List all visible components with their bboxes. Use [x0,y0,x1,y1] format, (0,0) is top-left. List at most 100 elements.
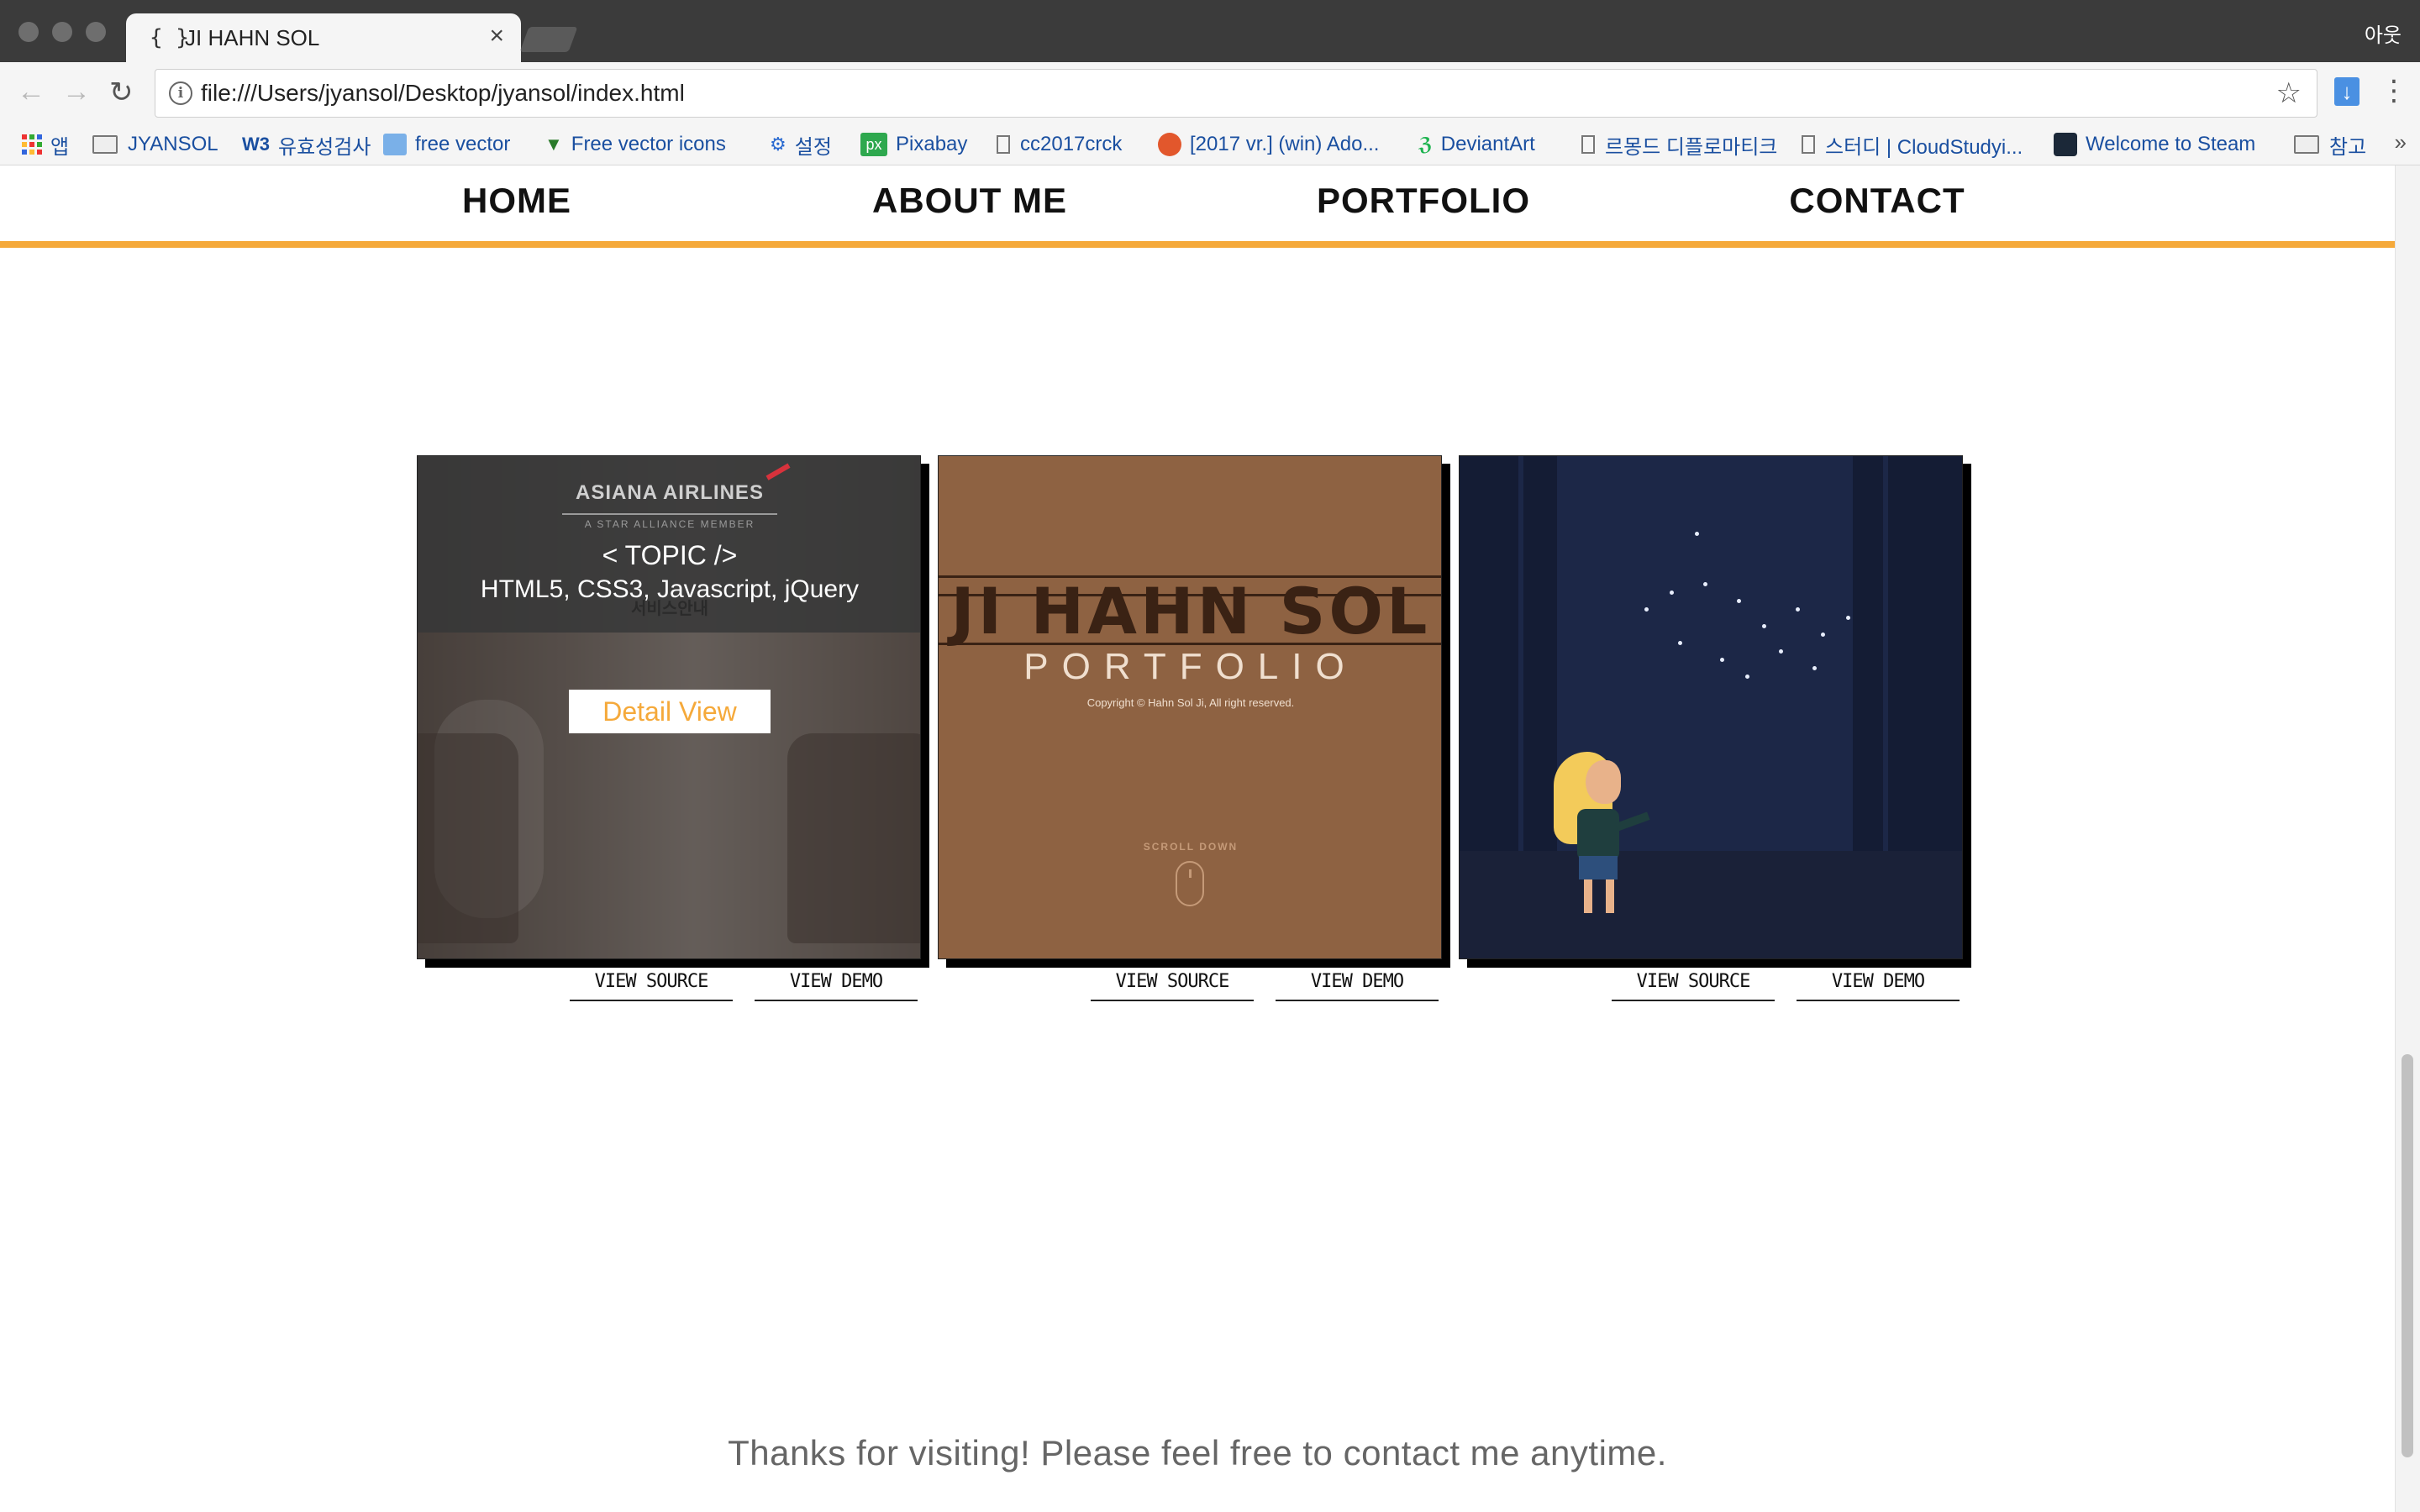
bookmark-deviantart[interactable]: ℨ DeviantArt [1418,131,1535,158]
bookmark-steam[interactable]: Welcome to Steam [2054,131,2255,158]
view-demo-link-3[interactable]: VIEW DEMO [1797,971,1960,1001]
forward-arrow-icon[interactable]: → [62,76,91,108]
girl-arm [1615,811,1650,832]
browser-toolbar: ← → ↻ i file:///Users/jyansol/Desktop/jy… [0,62,2420,124]
vector-icon: ▼ [544,134,563,155]
bookmark-label: 유효성검사 [278,135,371,159]
nav-contact[interactable]: CONTACT [1789,181,1965,221]
bookmark-label: Welcome to Steam [2086,133,2256,155]
scrollbar-thumb[interactable] [2402,1054,2413,1457]
folder-icon [92,135,118,154]
nav-portfolio[interactable]: PORTFOLIO [1317,181,1530,221]
bookmarks-overflow-icon[interactable]: » [2395,129,2407,155]
kebab-menu-icon[interactable]: ⋮ [2380,74,2408,108]
info-icon[interactable]: i [169,81,192,105]
tree-trunk [1523,456,1557,893]
mouse-icon [1176,861,1204,906]
star-dot [1644,607,1649,612]
bookmark-cc2017crck[interactable]: cc2017crck [997,131,1122,158]
bookmark-lemonde[interactable]: 르몽드 디플로마티크 [1581,131,1778,159]
nav-home[interactable]: HOME [462,181,571,221]
bookmark-label: Pixabay [896,133,968,155]
site-nav: HOME ABOUT ME PORTFOLIO CONTACT [0,165,2395,248]
download-icon[interactable]: ↓ [2334,77,2360,106]
star-dot [1779,649,1783,654]
w3-icon: W3 [242,134,270,155]
bookmark-label: 스터디 | CloudStudyi... [1825,135,2023,159]
bookmark-label: 르몽드 디플로마티크 [1605,135,1778,159]
browser-tab[interactable]: { } JI HAHN SOL × [126,13,521,62]
star-dot [1745,675,1749,679]
bookmark-adobe[interactable]: [2017 vr.] (win) Ado... [1158,131,1379,158]
document-icon [1802,135,1815,154]
bookmark-label: free vector [415,133,511,155]
bookmark-settings[interactable]: ⚙ 설정 [770,131,832,159]
pixabay-icon: px [860,133,887,156]
braces-icon: { } [150,25,189,50]
bookmark-jyansol[interactable]: JYANSOL [92,131,218,158]
star-dot [1796,607,1800,612]
bookmark-label: JYANSOL [128,133,218,155]
detail-view-button[interactable]: Detail View [569,690,771,733]
asiana-logo-subtitle: A STAR ALLIANCE MEMBER [584,518,755,530]
girl-legs [1584,879,1614,913]
girl-shorts [1579,856,1618,879]
view-demo-link-2[interactable]: VIEW DEMO [1276,971,1439,1001]
bookmark-reference[interactable]: 참고 [2294,131,2367,159]
card-overlay-bottom [418,633,920,958]
portfolio-card-asiana[interactable]: ASIANA AIRLINES A STAR ALLIANCE MEMBER <… [417,455,921,959]
bookmark-study[interactable]: 스터디 | CloudStudyi... [1802,131,2023,159]
bookmark-label: cc2017crck [1020,133,1123,155]
browser-titlebar: { } JI HAHN SOL × 아웃 [0,0,2420,62]
girl-body [1577,809,1619,861]
reload-icon[interactable]: ↻ [109,76,134,109]
star-dot [1720,658,1724,662]
portfolio-card-night-forest[interactable] [1459,455,1963,959]
star-dot [1670,591,1674,595]
portfolio-card-jihahnsol[interactable]: JI HAHN SOL PORTFOLIO Copyright © Hahn S… [938,455,1442,959]
close-window-button[interactable] [18,22,39,42]
site-icon [1158,133,1181,156]
deviantart-icon: ℨ [1418,134,1433,155]
bookmark-star-icon[interactable]: ☆ [2276,76,2302,110]
bookmark-validator[interactable]: W3 유효성검사 [242,131,371,159]
document-icon [997,135,1010,154]
view-source-link-1[interactable]: VIEW SOURCE [570,971,733,1001]
url-text[interactable]: file:///Users/jyansol/Desktop/jyansol/in… [201,80,685,107]
steam-icon [2054,133,2077,156]
back-arrow-icon[interactable]: ← [17,76,45,108]
bookmark-pixabay[interactable]: px Pixabay [860,131,967,158]
address-bar[interactable]: i file:///Users/jyansol/Desktop/jyansol/… [155,69,2317,118]
bookmark-label: 앱 [50,135,70,159]
profile-button[interactable]: 아웃 [2365,18,2402,48]
image-icon [383,134,407,155]
bookmark-apps[interactable]: 앱 [22,131,70,159]
asiana-logo: ASIANA AIRLINES [576,481,764,504]
new-tab-button[interactable] [519,27,578,52]
bookmark-label: Free vector icons [571,133,726,155]
logo-divider [562,513,777,515]
star-dot [1695,532,1699,536]
view-demo-link-1[interactable]: VIEW DEMO [755,971,918,1001]
star-dot [1678,641,1682,645]
apps-grid-icon [22,134,42,155]
minimize-window-button[interactable] [52,22,72,42]
star-dot [1703,582,1707,586]
star-dot [1737,599,1741,603]
footer-message: Thanks for visiting! Please feel free to… [728,1433,1667,1473]
view-source-link-3[interactable]: VIEW SOURCE [1612,971,1775,1001]
bookmark-free-vector[interactable]: free vector [383,131,510,158]
tab-close-icon[interactable]: × [489,22,504,50]
bookmark-free-vector-icons[interactable]: ▼ Free vector icons [544,131,726,158]
bookmark-label: [2017 vr.] (win) Ado... [1190,133,1380,155]
portfolio-title: JI HAHN SOL [950,574,1431,648]
bookmark-label: DeviantArt [1440,133,1535,155]
tab-title: JI HAHN SOL [185,25,320,50]
view-source-link-2[interactable]: VIEW SOURCE [1091,971,1254,1001]
document-icon [1581,135,1595,154]
bookmark-label: 참고 [2329,135,2367,159]
forest-ground [1460,851,1962,958]
star-dot [1812,666,1817,670]
nav-about-me[interactable]: ABOUT ME [872,181,1067,221]
zoom-window-button[interactable] [86,22,106,42]
